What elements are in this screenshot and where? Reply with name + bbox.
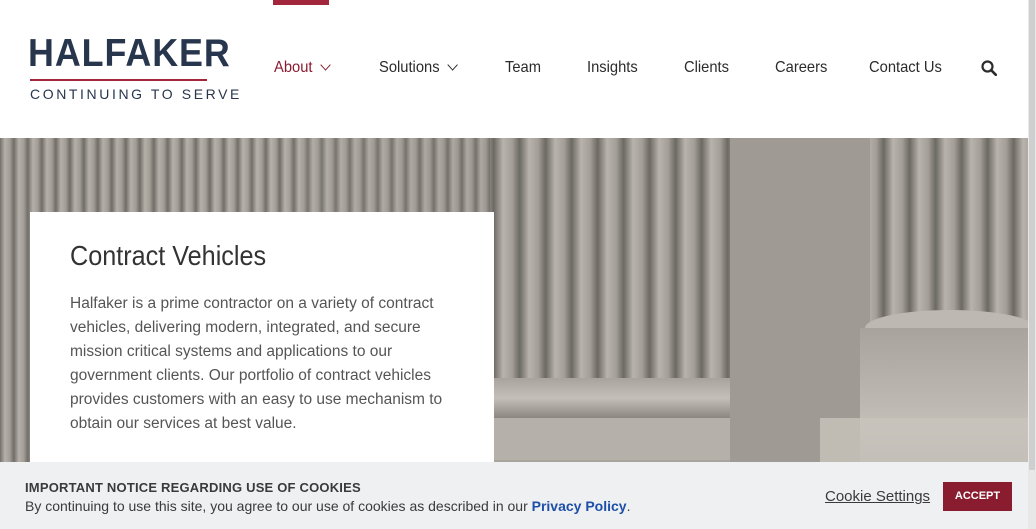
nav-item-careers[interactable]: Careers [775,59,827,77]
nav-item-label: Careers [775,59,828,76]
scrollbar-thumb[interactable] [1029,0,1035,470]
accept-cookies-button[interactable]: ACCEPT [943,482,1012,511]
logo-tagline: CONTINUING TO SERVE [30,86,242,102]
halfaker-logo[interactable]: HALFAKER CONTINUING TO SERVE [28,32,239,104]
logo-rule [30,79,207,81]
nav-item-insights[interactable]: Insights [587,59,638,77]
chevron-down-icon [447,59,458,71]
nav-item-label: Clients [684,59,729,76]
cookie-banner: IMPORTANT NOTICE REGARDING USE OF COOKIE… [0,462,1036,529]
nav-item-label: Insights [587,59,638,76]
cookie-message-end: . [626,498,631,514]
nav-item-about[interactable]: About [274,59,331,77]
nav-item-label: Contact Us [869,59,942,76]
privacy-policy-link[interactable]: Privacy Policy [532,498,627,514]
cookie-notice-message: By continuing to use this site, you agre… [25,498,630,514]
nav-item-label: About [274,59,313,76]
nav-item-label: Team [505,59,541,76]
nav-item-label: Solutions [379,59,440,76]
chevron-down-icon [320,59,331,71]
page-scrollbar[interactable] [1028,0,1036,529]
nav-item-team[interactable]: Team [505,59,541,77]
contract-vehicles-card: Contract Vehicles Halfaker is a prime co… [30,212,494,472]
cookie-message-text: By continuing to use this site, you agre… [25,498,532,514]
nav-item-clients[interactable]: Clients [684,59,729,77]
intro-paragraph: Halfaker is a prime contractor on a vari… [70,295,443,432]
search-icon[interactable] [981,60,997,76]
site-header: HALFAKER CONTINUING TO SERVE About Solut… [0,0,1028,138]
page-title: Contract Vehicles [70,240,267,271]
nav-item-solutions[interactable]: Solutions [379,59,458,77]
nav-item-contact-us[interactable]: Contact Us [869,59,942,77]
cookie-settings-link[interactable]: Cookie Settings [825,488,930,505]
cookie-notice-title: IMPORTANT NOTICE REGARDING USE OF COOKIE… [25,480,361,495]
nav-active-indicator [273,0,329,5]
logo-wordmark: HALFAKER [28,32,231,75]
